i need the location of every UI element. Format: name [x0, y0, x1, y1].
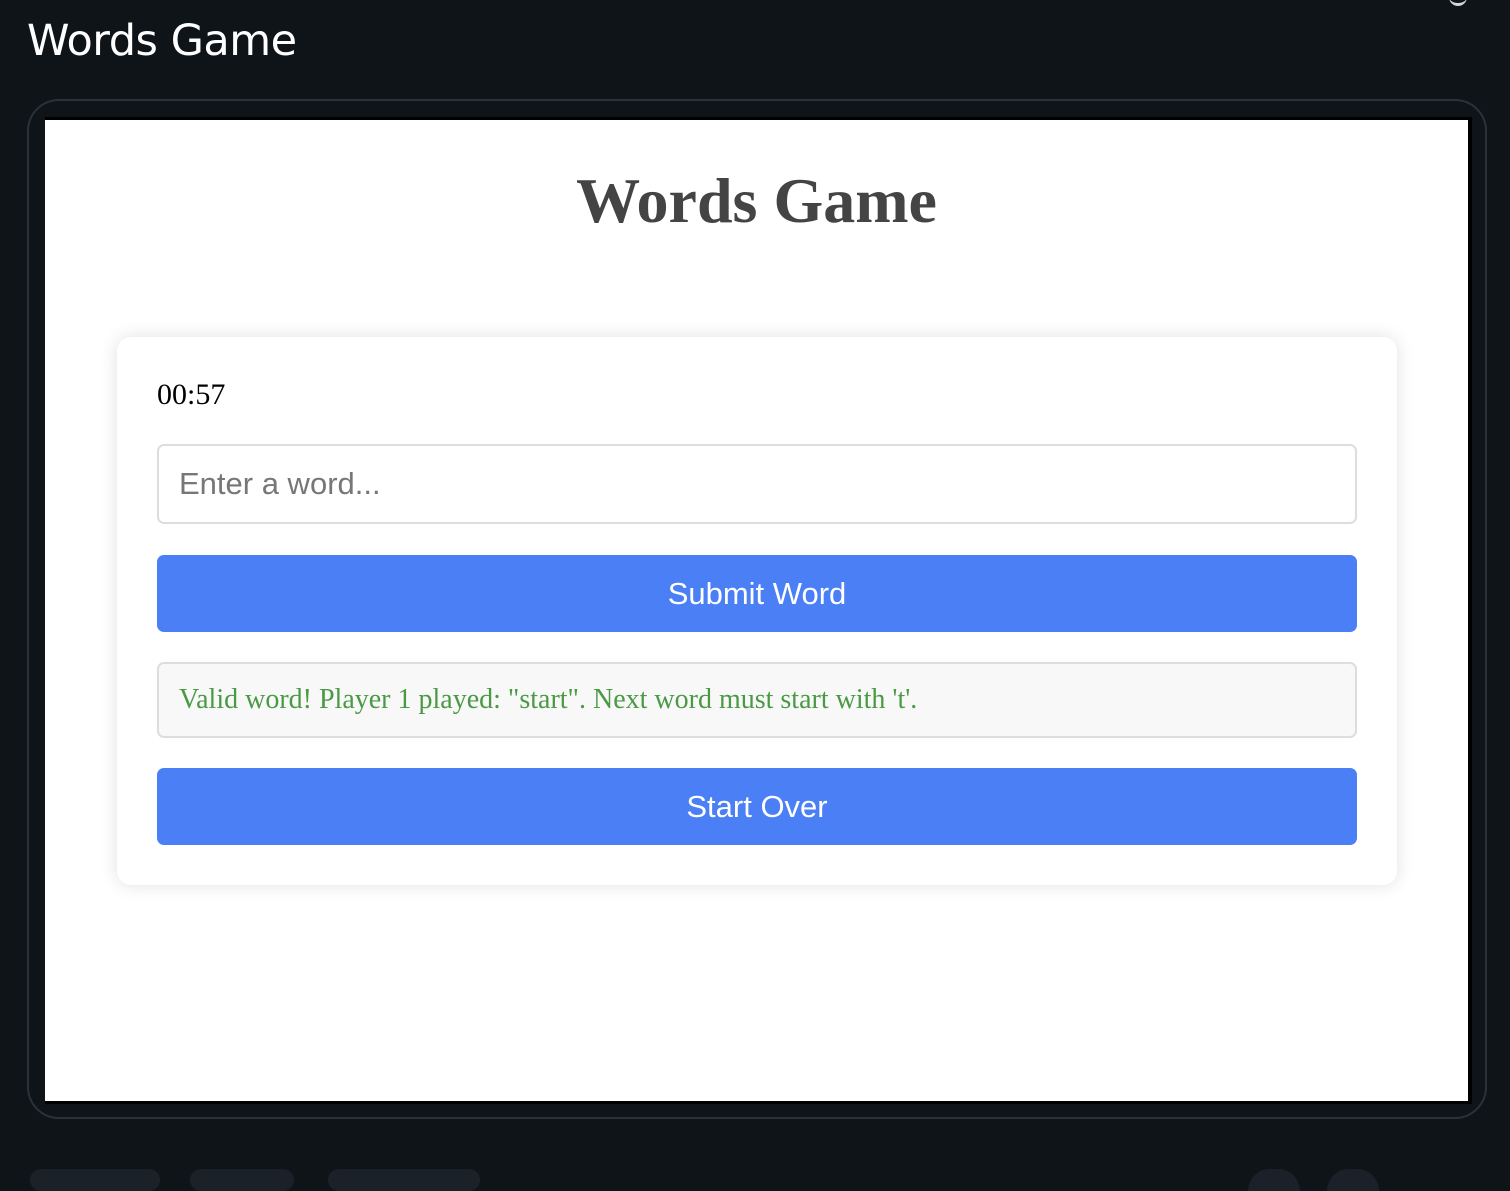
page: { "app": { "title": "Words Game" }, "gam… — [0, 0, 1510, 1191]
bottom-tab[interactable] — [190, 1169, 294, 1191]
game-card: 00:57 Submit Word Valid word! Player 1 p… — [117, 337, 1397, 885]
bottom-control[interactable] — [1327, 1169, 1379, 1191]
bottom-tab[interactable] — [328, 1169, 480, 1191]
game-title: Words Game — [576, 165, 937, 236]
word-input[interactable] — [157, 444, 1357, 524]
bottom-tab[interactable] — [30, 1169, 160, 1191]
countdown-timer: 00:57 — [157, 378, 226, 411]
submit-word-button[interactable]: Submit Word — [157, 555, 1357, 632]
status-message: Valid word! Player 1 played: "start". Ne… — [157, 662, 1357, 738]
start-over-button[interactable]: Start Over — [157, 768, 1357, 845]
game-preview-frame: Words Game 00:57 Submit Word Valid word!… — [45, 117, 1472, 1104]
window-title: Words Game — [27, 16, 297, 66]
bottom-control[interactable] — [1248, 1169, 1300, 1191]
corner-icon — [1449, 0, 1467, 6]
